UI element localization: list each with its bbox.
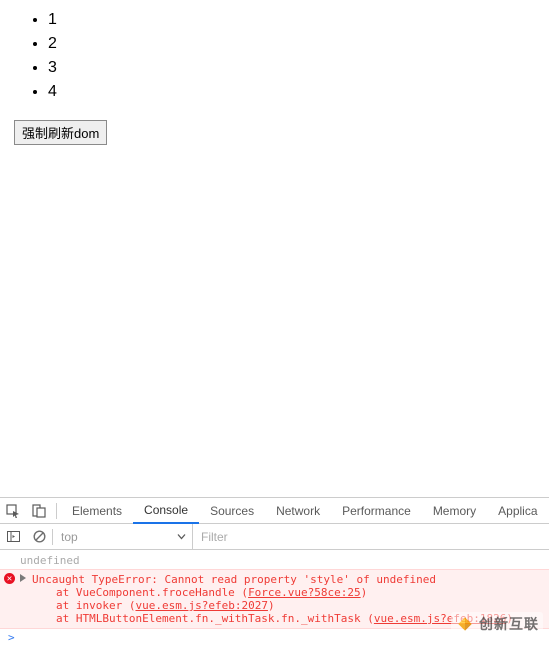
page-content: 1 2 3 4 强制刷新dom (0, 0, 549, 153)
console-log-row: undefined (0, 552, 549, 569)
source-link[interactable]: Force.vue?58ce:25 (248, 586, 361, 599)
tab-application[interactable]: Applica (487, 498, 548, 524)
watermark-logo-icon (455, 614, 475, 634)
console-toolbar: top (0, 524, 549, 550)
list: 1 2 3 4 (8, 8, 541, 104)
tab-sources[interactable]: Sources (199, 498, 265, 524)
context-value: top (61, 530, 78, 544)
watermark: 创新互联 (451, 612, 543, 636)
devtools-tabbar: Elements Console Sources Network Perform… (0, 498, 549, 524)
tab-elements[interactable]: Elements (61, 498, 133, 524)
filter-input[interactable] (193, 525, 549, 549)
source-link[interactable]: vue.esm.js?efeb:2027 (135, 599, 267, 612)
divider (56, 503, 57, 519)
watermark-text: 创新互联 (479, 614, 539, 634)
list-item: 2 (48, 32, 541, 56)
device-toggle-icon[interactable] (26, 498, 52, 524)
clear-console-icon[interactable] (26, 524, 52, 550)
tab-console[interactable]: Console (133, 498, 199, 524)
console-sidebar-toggle-icon[interactable] (0, 524, 26, 550)
stack-frame: at VueComponent.froceHandle (Force.vue?5… (20, 586, 545, 599)
inspect-element-icon[interactable] (0, 498, 26, 524)
tab-network[interactable]: Network (265, 498, 331, 524)
error-icon: ✕ (4, 573, 15, 584)
expand-triangle-icon[interactable] (20, 574, 26, 582)
list-item: 4 (48, 80, 541, 104)
stack-frame: at invoker (vue.esm.js?efeb:2027) (20, 599, 545, 612)
tab-performance[interactable]: Performance (331, 498, 422, 524)
context-selector[interactable]: top (53, 524, 193, 550)
chevron-down-icon (177, 532, 186, 541)
list-item: 1 (48, 8, 541, 32)
force-refresh-button[interactable]: 强制刷新dom (14, 120, 107, 145)
error-message: Uncaught TypeError: Cannot read property… (20, 573, 545, 586)
tab-memory[interactable]: Memory (422, 498, 487, 524)
list-item: 3 (48, 56, 541, 80)
